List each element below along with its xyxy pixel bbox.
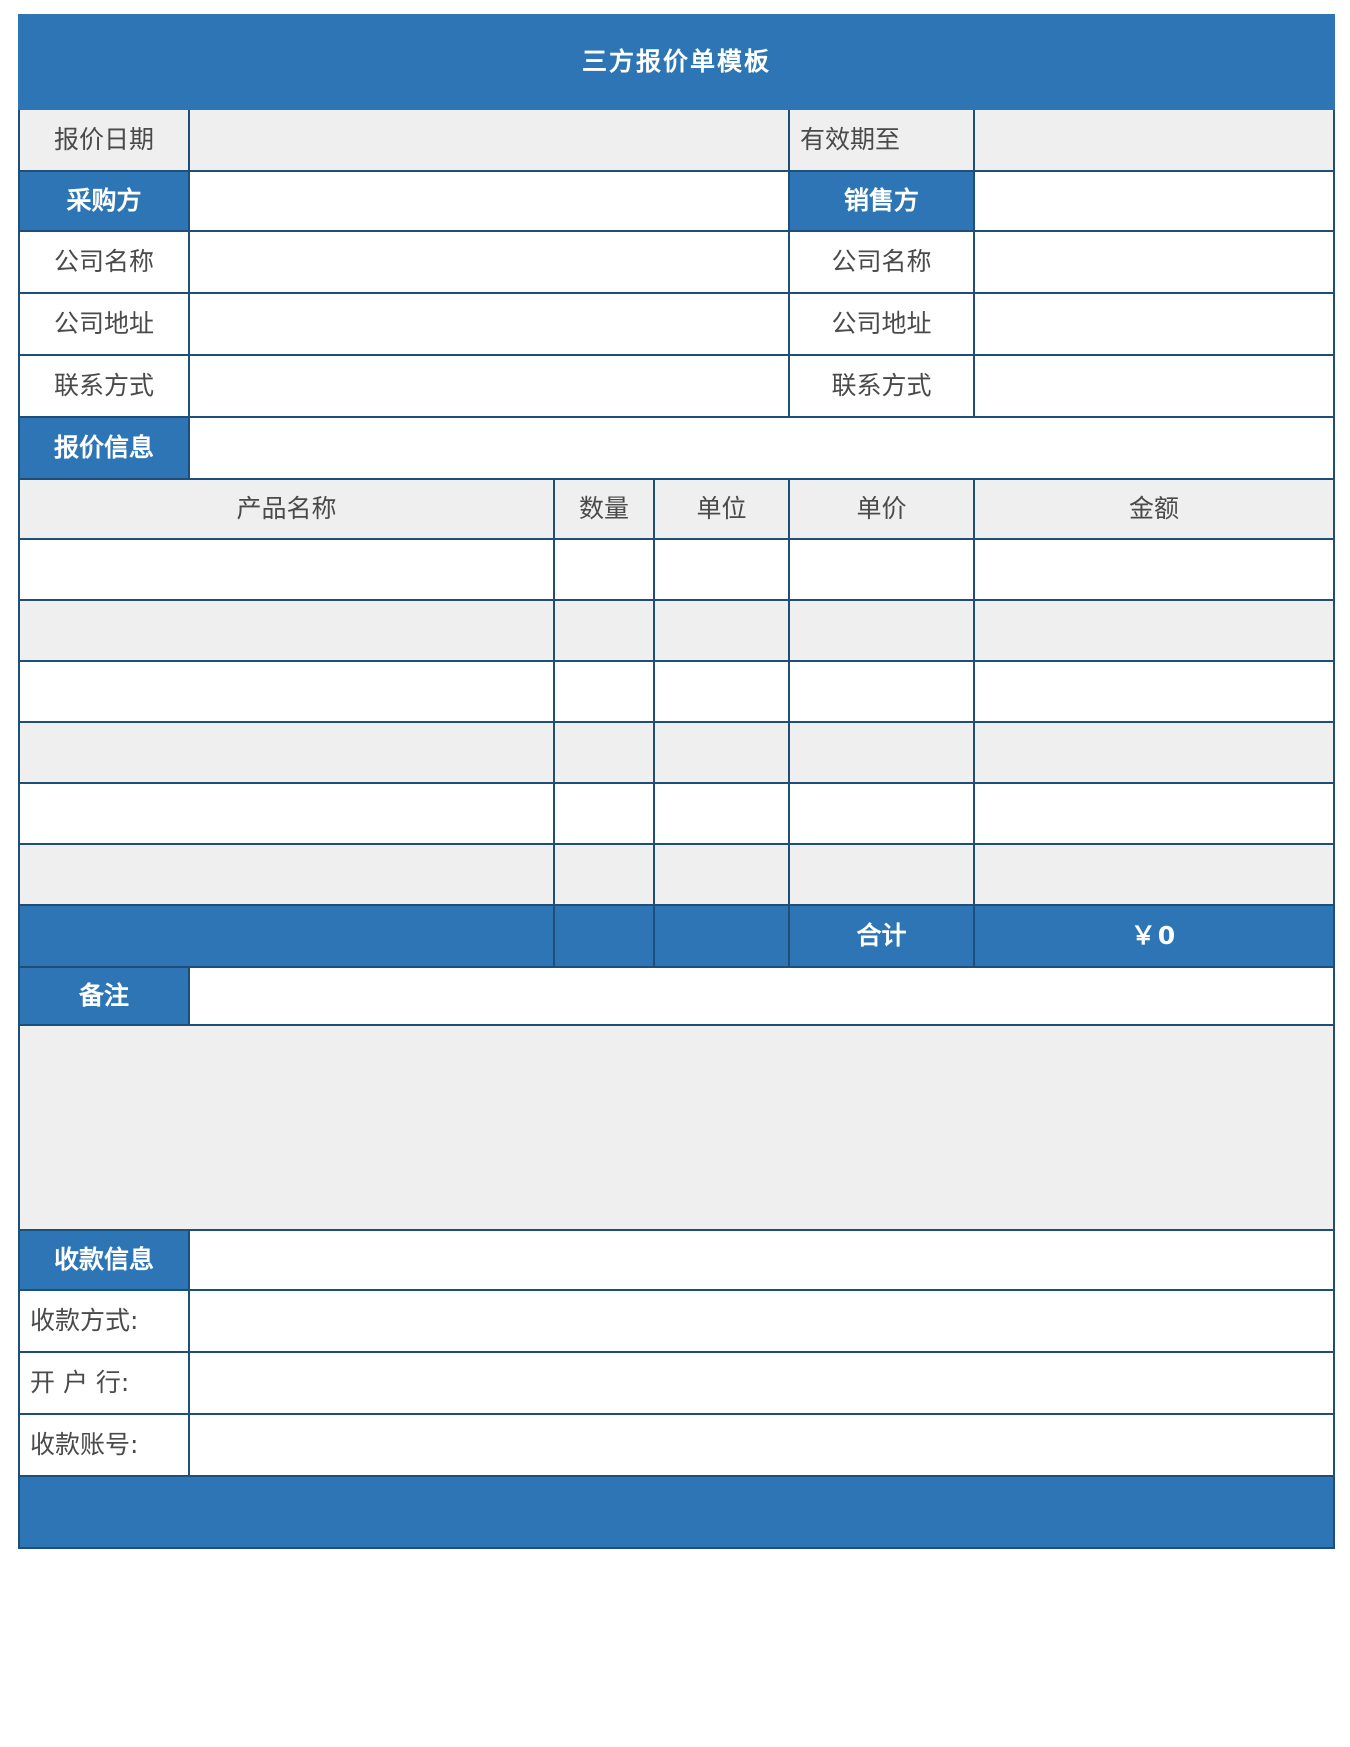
buyer-company-name-input[interactable] xyxy=(188,230,790,294)
account-number-label: 收款账号: xyxy=(18,1413,190,1477)
party-header-row: 采购方 销售方 xyxy=(18,170,1336,232)
cell-unit-price[interactable] xyxy=(788,721,975,784)
account-number-row: 收款账号: xyxy=(18,1413,1336,1477)
cell-unit-price[interactable] xyxy=(788,660,975,723)
remarks-header-row: 备注 xyxy=(18,966,1336,1026)
valid-until-input[interactable] xyxy=(972,108,1336,172)
bank-name-label: 开 户 行: xyxy=(18,1351,190,1415)
cell-unit[interactable] xyxy=(653,843,790,906)
contact-row: 联系方式 联系方式 xyxy=(18,354,1336,418)
seller-company-name-label: 公司名称 xyxy=(788,230,975,294)
payment-header-row: 收款信息 xyxy=(18,1229,1336,1291)
cell-unit-price[interactable] xyxy=(788,538,975,601)
cell-unit-price[interactable] xyxy=(788,599,975,662)
company-name-row: 公司名称 公司名称 xyxy=(18,230,1336,294)
cell-quantity[interactable] xyxy=(553,538,655,601)
cell-unit-price[interactable] xyxy=(788,782,975,845)
column-header-quantity: 数量 xyxy=(553,478,655,540)
column-header-unit-price: 单价 xyxy=(788,478,975,540)
cell-unit[interactable] xyxy=(653,538,790,601)
seller-section-value[interactable] xyxy=(972,170,1336,232)
buyer-contact-input[interactable] xyxy=(188,354,790,418)
company-address-row: 公司地址 公司地址 xyxy=(18,292,1336,356)
cell-quantity[interactable] xyxy=(553,660,655,723)
total-amount-value: ￥0 xyxy=(972,904,1336,968)
total-filler-quantity xyxy=(553,904,655,968)
column-header-amount: 金额 xyxy=(972,478,1336,540)
payment-section-label: 收款信息 xyxy=(18,1229,190,1291)
remarks-body-row xyxy=(17,1024,1336,1231)
cell-product[interactable] xyxy=(18,538,555,601)
cell-quantity[interactable] xyxy=(553,843,655,906)
seller-company-address-input[interactable] xyxy=(972,292,1336,356)
bank-name-input[interactable] xyxy=(187,1351,1336,1415)
quote-info-value[interactable] xyxy=(187,416,1336,480)
remarks-label: 备注 xyxy=(18,966,190,1026)
cell-amount[interactable] xyxy=(972,782,1336,845)
seller-contact-label: 联系方式 xyxy=(788,354,975,418)
remarks-header-value[interactable] xyxy=(187,966,1336,1026)
remarks-textarea[interactable] xyxy=(17,1024,1336,1231)
quotation-sheet: 三方报价单模板 报价日期 有效期至 采购方 销售方 公司名称 公司名称 公司地址 xyxy=(0,0,1350,1747)
valid-until-label: 有效期至 xyxy=(788,108,975,172)
meta-row: 报价日期 有效期至 xyxy=(18,108,1336,172)
buyer-section-label: 采购方 xyxy=(18,170,190,232)
cell-product[interactable] xyxy=(18,660,555,723)
table-row xyxy=(18,660,1336,723)
cell-product[interactable] xyxy=(18,721,555,784)
cell-amount[interactable] xyxy=(972,843,1336,906)
table-row xyxy=(18,599,1336,662)
cell-unit[interactable] xyxy=(653,782,790,845)
quote-info-row: 报价信息 xyxy=(18,416,1336,480)
seller-contact-input[interactable] xyxy=(972,354,1336,418)
cell-amount[interactable] xyxy=(972,660,1336,723)
total-label: 合计 xyxy=(788,904,975,968)
buyer-section-value[interactable] xyxy=(188,170,790,232)
seller-section-label: 销售方 xyxy=(788,170,975,232)
column-header-product: 产品名称 xyxy=(18,478,555,540)
total-filler-product xyxy=(18,904,555,968)
payment-method-row: 收款方式: xyxy=(18,1289,1336,1353)
account-number-input[interactable] xyxy=(187,1413,1336,1477)
seller-company-address-label: 公司地址 xyxy=(788,292,975,356)
page-title: 三方报价单模板 xyxy=(17,14,1336,110)
quote-date-label: 报价日期 xyxy=(18,108,190,172)
items-header-row: 产品名称 数量 单位 单价 金额 xyxy=(18,478,1336,540)
footer-bar-row xyxy=(17,1475,1336,1549)
cell-quantity[interactable] xyxy=(553,599,655,662)
seller-company-name-input[interactable] xyxy=(972,230,1336,294)
buyer-company-address-input[interactable] xyxy=(188,292,790,356)
quote-date-input[interactable] xyxy=(188,108,790,172)
payment-method-label: 收款方式: xyxy=(18,1289,190,1353)
cell-product[interactable] xyxy=(18,843,555,906)
cell-unit-price[interactable] xyxy=(788,843,975,906)
cell-product[interactable] xyxy=(18,782,555,845)
payment-method-input[interactable] xyxy=(187,1289,1336,1353)
buyer-company-address-label: 公司地址 xyxy=(18,292,190,356)
cell-amount[interactable] xyxy=(972,721,1336,784)
table-row xyxy=(18,782,1336,845)
cell-quantity[interactable] xyxy=(553,782,655,845)
total-row: 合计 ￥0 xyxy=(18,904,1336,968)
cell-amount[interactable] xyxy=(972,538,1336,601)
payment-section-value[interactable] xyxy=(187,1229,1336,1291)
quote-info-label: 报价信息 xyxy=(18,416,190,480)
footer-bar xyxy=(17,1475,1336,1549)
bank-name-row: 开 户 行: xyxy=(18,1351,1336,1415)
cell-unit[interactable] xyxy=(653,599,790,662)
cell-quantity[interactable] xyxy=(553,721,655,784)
buyer-company-name-label: 公司名称 xyxy=(18,230,190,294)
table-row xyxy=(18,843,1336,906)
title-row: 三方报价单模板 xyxy=(17,14,1336,110)
cell-product[interactable] xyxy=(18,599,555,662)
column-header-unit: 单位 xyxy=(653,478,790,540)
total-filler-unit xyxy=(653,904,790,968)
table-row xyxy=(18,721,1336,784)
cell-unit[interactable] xyxy=(653,660,790,723)
buyer-contact-label: 联系方式 xyxy=(18,354,190,418)
quotation-table: 三方报价单模板 报价日期 有效期至 采购方 销售方 公司名称 公司名称 公司地址 xyxy=(17,14,1336,1549)
cell-amount[interactable] xyxy=(972,599,1336,662)
table-row xyxy=(18,538,1336,601)
cell-unit[interactable] xyxy=(653,721,790,784)
